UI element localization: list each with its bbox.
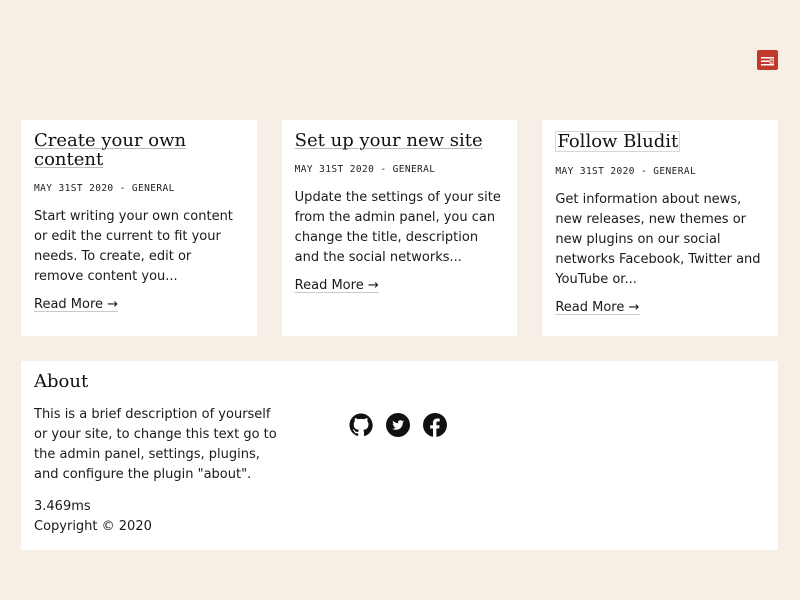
github-icon[interactable]	[349, 413, 373, 437]
post-excerpt: Start writing your own content or edit t…	[34, 209, 233, 284]
post-meta: MAY 31ST 2020 - GENERAL	[555, 166, 697, 177]
about-section: About This is a brief description of you…	[21, 361, 778, 550]
menu-icon	[761, 51, 775, 70]
post-list: Create your own content MAY 31ST 2020 - …	[21, 120, 779, 336]
menu-button[interactable]	[757, 50, 778, 70]
footer-stats: 3.469ms Copyright © 2020	[34, 497, 765, 537]
post-card: Create your own content MAY 31ST 2020 - …	[21, 120, 257, 336]
social-links	[349, 413, 447, 437]
read-more-link[interactable]: Read More →	[295, 278, 379, 293]
post-title[interactable]: Create your own content	[34, 131, 245, 169]
post-excerpt: Get information about news, new releases…	[555, 192, 761, 287]
post-meta: MAY 31ST 2020 - GENERAL	[294, 164, 436, 175]
post-title[interactable]: Set up your new site	[295, 131, 506, 150]
post-meta: MAY 31ST 2020 - GENERAL	[34, 183, 175, 194]
read-more-link[interactable]: Read More →	[555, 300, 639, 315]
about-text: This is a brief description of yourself …	[34, 407, 277, 482]
page-timing: 3.469ms	[34, 499, 91, 514]
post-title[interactable]: Follow Bludit	[555, 131, 681, 152]
post-card: Follow Bludit MAY 31ST 2020 - GENERAL Ge…	[542, 120, 779, 336]
about-title: About	[34, 371, 89, 392]
read-more-link[interactable]: Read More →	[34, 297, 118, 312]
copyright: Copyright © 2020	[34, 519, 152, 534]
post-card: Set up your new site MAY 31ST 2020 - GEN…	[281, 120, 518, 336]
post-excerpt: Update the settings of your site from th…	[294, 190, 501, 265]
twitter-icon[interactable]	[386, 413, 410, 437]
facebook-icon[interactable]	[423, 413, 447, 437]
